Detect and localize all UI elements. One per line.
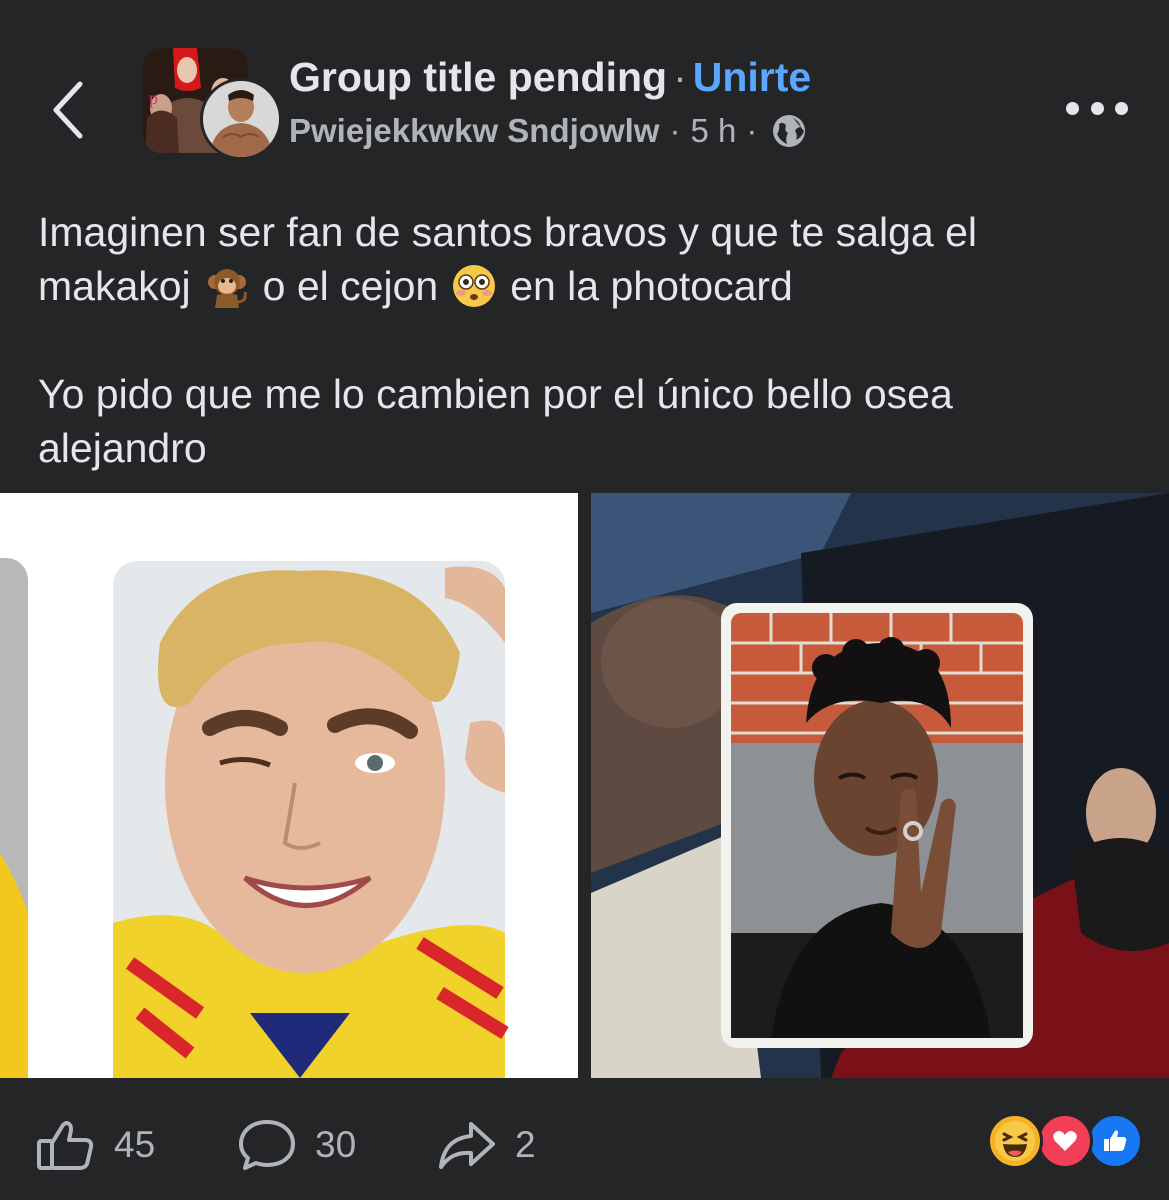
post-text: Imaginen ser fan de santos bravos y que … [38,205,1138,475]
title-line: Group title pending · Unirte [289,54,811,101]
post-word: makakoj [38,263,191,309]
share-count: 2 [515,1124,536,1165]
photo-left[interactable] [0,493,578,1078]
author-name[interactable]: Pwiejekkwkw Sndjowlw [289,112,659,150]
svg-text:p: p [149,88,158,108]
post-line: Yo pido que me lo cambien por el único b… [38,371,953,417]
more-dot [1066,101,1079,115]
like-icon [37,1121,94,1170]
author-avatar[interactable] [200,78,282,160]
post-word: en la photocard [510,263,793,309]
chevron-left-icon [53,81,83,139]
haha-reaction-icon [987,1113,1043,1169]
post-meta: Pwiejekkwkw Sndjowlw · 5 h · [289,112,807,150]
post-time[interactable]: 5 h [690,112,736,150]
title-separator: · [673,54,687,100]
join-group-button[interactable]: Unirte [693,54,811,100]
globe-icon [773,115,806,147]
post-word: o el cejon [262,263,439,309]
love-reaction-icon [1037,1113,1093,1169]
post-header: p Group title pending · Unirte Pwiejekkwkw… [0,0,1169,175]
more-dot [1115,101,1128,115]
share-icon [439,1122,495,1169]
like-count: 45 [114,1124,156,1165]
more-dot [1090,101,1104,115]
monkey-emoji [207,269,247,308]
reactions-summary[interactable] [987,1113,1143,1169]
comment-icon [239,1120,295,1170]
back-button[interactable] [48,78,92,142]
like-reaction-icon [1087,1113,1143,1169]
avatar-stack[interactable]: p [143,48,282,160]
post-line: alejandro [38,425,207,471]
photo-right[interactable] [591,493,1169,1078]
post-line: Imaginen ser fan de santos bravos y que … [38,209,978,255]
meta-separator-2: · [746,112,758,149]
group-title[interactable]: Group title pending [289,54,667,100]
flushed-face-emoji [453,265,496,307]
post-line: makakoj o el cejon en la photocard [38,259,1138,313]
more-options-button[interactable] [1066,96,1128,120]
like-button[interactable]: 45 [36,1115,155,1175]
share-button[interactable]: 2 [437,1115,536,1175]
meta-separator: · [669,112,681,149]
comment-count: 30 [315,1124,357,1165]
comment-button[interactable]: 30 [237,1115,356,1175]
